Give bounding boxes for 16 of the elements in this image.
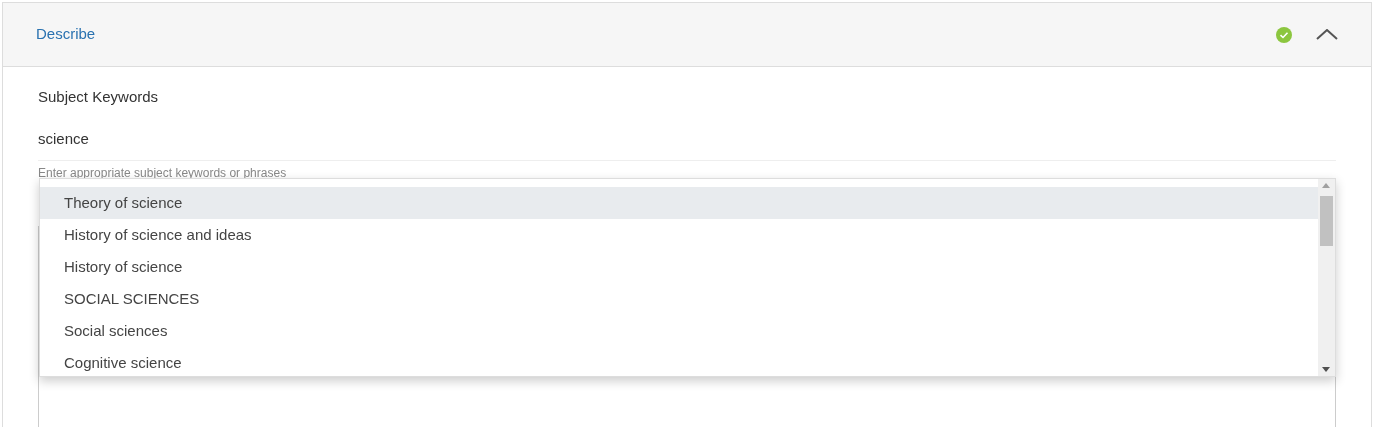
section-header[interactable]: Describe [3,3,1371,67]
scrollbar[interactable] [1318,179,1335,376]
scroll-down-icon[interactable] [1322,367,1330,372]
suggestion-item[interactable]: History of science [40,251,1318,283]
suggestion-item[interactable]: History of science and ideas [40,219,1318,251]
input-field[interactable]: science [38,118,1336,161]
scrollbar-thumb[interactable] [1320,196,1333,246]
collapse-icon[interactable] [1316,29,1338,40]
section-title: Describe [36,24,96,45]
suggestion-item[interactable]: SOCIAL SCIENCES [40,283,1318,315]
suggestion-item[interactable]: Social sciences [40,315,1318,347]
field-label: Subject Keywords [38,87,160,107]
hint-text: Enter appropriate subject keywords or phrases [38,165,287,182]
scroll-up-icon[interactable] [1322,183,1330,188]
suggestion-item[interactable]: Cognitive science [40,347,1318,379]
suggestion-item[interactable]: Theory of science [40,187,1318,219]
